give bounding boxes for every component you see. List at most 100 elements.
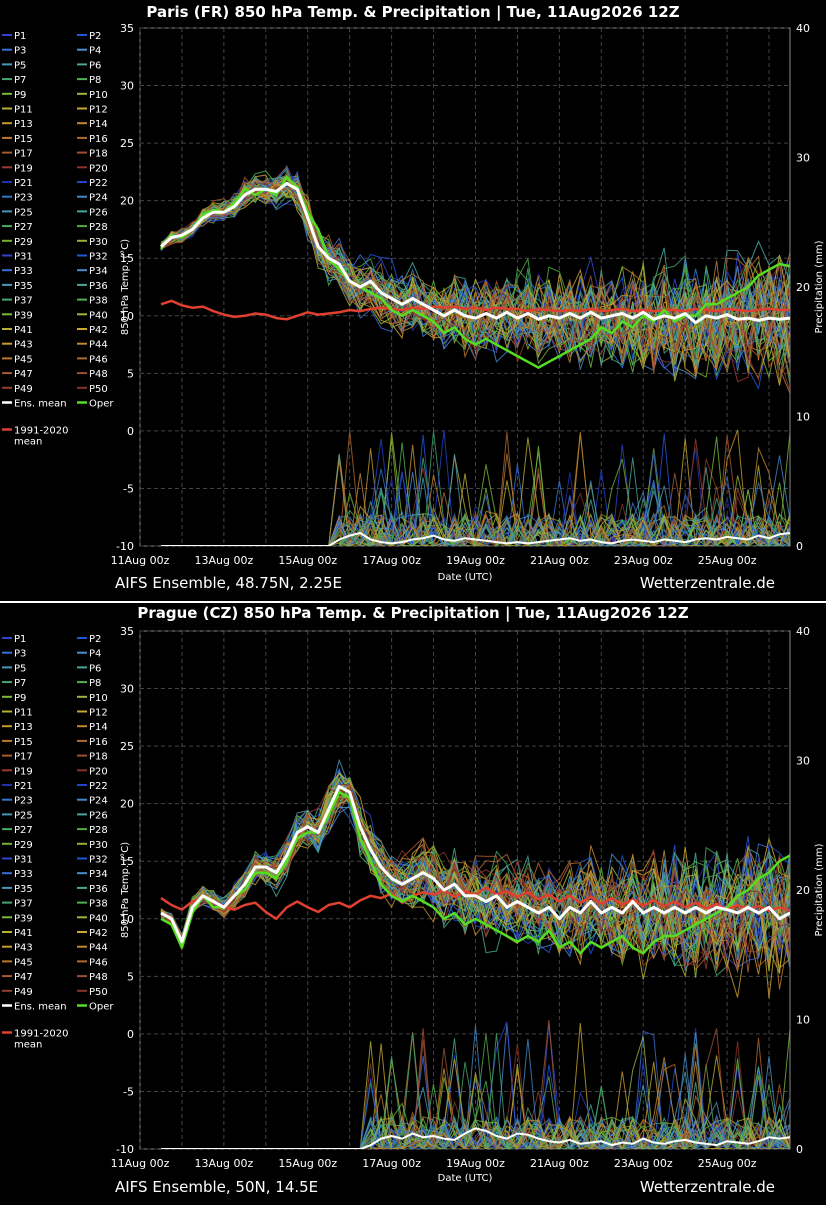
legend-label: P11: [14, 105, 33, 116]
legend-label: P15: [14, 737, 33, 748]
y2-axis-label: Precipitation (mm): [814, 240, 825, 333]
y2-tick-label: 0: [796, 1143, 803, 1156]
legend-label: P28: [89, 825, 108, 836]
y2-tick-label: 40: [796, 22, 810, 35]
legend-label: P12: [89, 708, 108, 719]
legend-label: P43: [14, 943, 33, 954]
legend-label: P6: [89, 60, 101, 71]
legend-label: P34: [89, 869, 108, 880]
y2-tick-label: 40: [796, 625, 810, 638]
legend-label: P31: [14, 855, 33, 866]
x-tick-label: 21Aug 00z: [530, 1157, 589, 1170]
legend-label: P21: [14, 781, 33, 792]
legend-label: P3: [14, 46, 26, 57]
legend-label: P23: [14, 193, 33, 204]
x-tick-label: 13Aug 00z: [194, 554, 253, 567]
x-tick-label: 17Aug 00z: [362, 1157, 421, 1170]
legend-label: P34: [89, 266, 108, 277]
legend-label: P8: [89, 75, 101, 86]
x-tick-label: 19Aug 00z: [446, 554, 505, 567]
legend-label: P42: [89, 928, 108, 939]
x-tick-label: 21Aug 00z: [530, 554, 589, 567]
legend-label: P8: [89, 678, 101, 689]
legend-label: P22: [89, 781, 108, 792]
legend-label: P50: [89, 987, 108, 998]
footer-source: AIFS Ensemble, 48.75N, 2.25E: [115, 574, 342, 592]
legend-label: P12: [89, 105, 108, 116]
legend-label: P10: [89, 90, 108, 101]
legend-label: P14: [89, 722, 108, 733]
legend-label: P5: [14, 60, 26, 71]
y2-tick-label: 20: [796, 281, 810, 294]
x-tick-label: 15Aug 00z: [278, 1157, 337, 1170]
legend-label: P30: [89, 237, 108, 248]
legend-label: P32: [89, 252, 108, 263]
y-tick-label: 30: [120, 80, 134, 93]
legend-label-climatology-2: mean: [14, 437, 42, 448]
legend-label: P4: [89, 649, 101, 660]
legend-label: P1: [14, 31, 26, 42]
legend-label: P47: [14, 369, 33, 380]
legend-label: P48: [89, 369, 108, 380]
legend-label: P46: [89, 957, 108, 968]
y2-tick-label: 30: [796, 152, 810, 165]
legend-label: P45: [14, 957, 33, 968]
legend-label: P26: [89, 810, 108, 821]
legend-label: P44: [89, 943, 108, 954]
y-axis-label: 850 hPa Temp. (°C): [120, 842, 131, 938]
legend-label-climatology: 1991-2020: [14, 1029, 69, 1040]
legend-label: P22: [89, 178, 108, 189]
legend-label: P9: [14, 90, 26, 101]
y-tick-label: 25: [120, 137, 134, 150]
paris-chart: Paris (FR) 850 hPa Temp. & Precipitation…: [2, 3, 825, 592]
legend-label: P23: [14, 796, 33, 807]
x-axis-label: Date (UTC): [438, 1173, 493, 1184]
y-tick-label: -10: [116, 1143, 134, 1156]
legend-label: P50: [89, 384, 108, 395]
legend-label: P44: [89, 340, 108, 351]
x-tick-label: 15Aug 00z: [278, 554, 337, 567]
legend-label: P13: [14, 722, 33, 733]
legend-label: P14: [89, 119, 108, 130]
legend-label: P9: [14, 693, 26, 704]
x-tick-label: 25Aug 00z: [698, 554, 757, 567]
y-tick-label: 25: [120, 740, 134, 753]
legend-label-oper: Oper: [89, 1002, 114, 1013]
legend-label: P13: [14, 119, 33, 130]
y-tick-label: 0: [127, 425, 134, 438]
legend-label: P19: [14, 766, 33, 777]
y2-tick-label: 0: [796, 540, 803, 553]
legend-label: P20: [89, 766, 108, 777]
y2-axis-label: Precipitation (mm): [814, 843, 825, 936]
y2-tick-label: 10: [796, 411, 810, 424]
x-tick-label: 11Aug 00z: [111, 554, 170, 567]
legend-label: P43: [14, 340, 33, 351]
x-tick-label: 25Aug 00z: [698, 1157, 757, 1170]
legend-label: P7: [14, 678, 26, 689]
legend-label: P37: [14, 296, 33, 307]
member-precip-line: [161, 445, 790, 546]
x-tick-label: 23Aug 00z: [614, 1157, 673, 1170]
paris-panel: Paris (FR) 850 hPa Temp. & Precipitation…: [0, 0, 826, 601]
legend-label: P33: [14, 266, 33, 277]
legend-label: P26: [89, 207, 108, 218]
legend-label: P42: [89, 325, 108, 336]
legend-label: P29: [14, 840, 33, 851]
legend-label: P41: [14, 928, 33, 939]
legend-label-climatology: 1991-2020: [14, 426, 69, 437]
legend-label: P24: [89, 796, 108, 807]
legend-label: P15: [14, 134, 33, 145]
legend-label: P35: [14, 884, 33, 895]
legend-label: P10: [89, 693, 108, 704]
legend-label: P39: [14, 913, 33, 924]
y-tick-label: 0: [127, 1028, 134, 1041]
legend-label: P38: [89, 296, 108, 307]
legend-label: P45: [14, 354, 33, 365]
y-tick-label: 20: [120, 195, 134, 208]
x-tick-label: 11Aug 00z: [111, 1157, 170, 1170]
legend-label: P49: [14, 987, 33, 998]
legend-label: P17: [14, 752, 33, 763]
y2-tick-label: 30: [796, 755, 810, 768]
footer-credit: Wetterzentrale.de: [640, 574, 775, 592]
legend-label: P35: [14, 281, 33, 292]
